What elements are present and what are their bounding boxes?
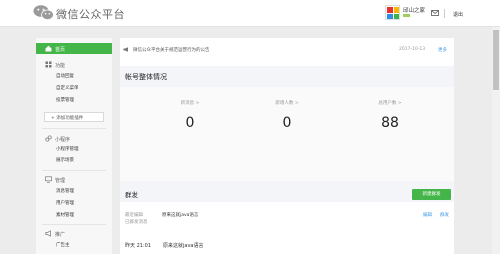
main-content: 微信公众平台关于规范运营行为的公告 2017-10-13 更多 帐号整体情况 新… (120, 38, 454, 254)
scrollbar[interactable] (492, 27, 500, 254)
wechat-logo-icon (33, 5, 54, 20)
panel-title: 群发 (125, 191, 138, 199)
mail-icon[interactable] (431, 10, 439, 16)
stat-new-messages[interactable]: 新消息 > 0 (150, 100, 230, 131)
sidebar-group-miniprogram: 小程序 (36, 134, 112, 144)
scrollbar-thumb[interactable] (493, 30, 499, 90)
grid-icon (45, 61, 52, 68)
account-avatar[interactable] (385, 5, 400, 20)
sidebar-group-label: 管理 (55, 178, 66, 184)
chevron-right-icon: > (195, 101, 200, 106)
stat-label: 总用户数 (378, 101, 397, 106)
sidebar-item-advertiser[interactable]: 广告主 (56, 242, 70, 248)
top-bar: 微信公众平台 邱山之家 退出 (0, 0, 500, 27)
sent-time: 昨天 21:01 (125, 243, 151, 249)
account-overview-panel: 帐号整体情况 新消息 > 0 新增人数 > 0 总用户数 > 88 (120, 66, 454, 181)
chevron-right-icon: > (294, 101, 299, 106)
panel-title: 帐号整体情况 (125, 73, 167, 81)
stat-value: 0 (282, 115, 292, 131)
sidebar-divider (42, 128, 106, 129)
stat-value: 88 (381, 115, 399, 131)
sidebar-item-miniprogram-manage[interactable]: 小程序管理 (56, 146, 79, 152)
home-icon (45, 45, 52, 52)
add-plugin-button[interactable]: + 添加功能插件 (44, 112, 104, 122)
sidebar-group-promote: 推广 (36, 229, 112, 239)
sidebar-item-display-scene[interactable]: 展示场景 (56, 157, 74, 163)
app-title: 微信公众平台 (56, 8, 125, 21)
sent-title[interactable]: 原来这就java语言 (163, 242, 203, 249)
notice-more-link[interactable]: 更多 (438, 47, 447, 53)
stat-value: 0 (185, 115, 195, 131)
sidebar-group-manage: 管理 (36, 175, 112, 185)
header-divider (444, 9, 445, 18)
stat-total-users[interactable]: 总用户数 > 88 (350, 100, 430, 131)
stat-label: 新增人数 (275, 101, 294, 106)
logout-link[interactable]: 退出 (453, 11, 463, 18)
sent-messages-label: 已群发消息 (125, 220, 148, 225)
sidebar-divider (42, 224, 106, 225)
sidebar: 首页 功能 自动回复 自定义菜单 投票管理 + 添加功能插件 小程序 小程序管理… (36, 38, 112, 254)
stat-label: 新消息 (180, 101, 195, 106)
sidebar-item-auto-reply[interactable]: 自动回复 (56, 73, 74, 79)
megaphone-icon (45, 230, 51, 237)
new-broadcast-button[interactable]: 新建群发 (412, 189, 451, 200)
edit-link[interactable]: 编辑 (423, 212, 432, 218)
sidebar-item-materials[interactable]: 素材管理 (56, 212, 74, 218)
sidebar-group-label: 小程序 (55, 137, 71, 143)
link-icon (45, 135, 52, 142)
account-name[interactable]: 邱山之家 (403, 6, 425, 14)
sidebar-item-custom-menu[interactable]: 自定义菜单 (56, 85, 79, 91)
sidebar-divider (42, 170, 106, 171)
notice-date: 2017-10-13 (399, 47, 426, 52)
draft-title[interactable]: 原来这就java语言 (162, 212, 198, 218)
account-type-icon (403, 14, 410, 17)
panel-header: 群发 新建群发 (120, 181, 454, 202)
stat-new-followers[interactable]: 新增人数 > 0 (247, 100, 327, 131)
announcement-icon (123, 47, 128, 52)
sidebar-item-users[interactable]: 用户管理 (56, 200, 74, 206)
sidebar-item-label: 首页 (55, 47, 66, 53)
panel-header: 帐号整体情况 (120, 66, 454, 87)
sidebar-item-messages[interactable]: 消息管理 (56, 188, 74, 194)
sidebar-item-home[interactable]: 首页 (36, 43, 112, 54)
recent-edit-label: 最近编辑 (125, 213, 143, 218)
monitor-icon (45, 176, 52, 183)
sidebar-group-label: 功能 (55, 63, 66, 69)
sidebar-item-vote[interactable]: 投票管理 (56, 97, 74, 103)
sidebar-group-label: 推广 (55, 232, 66, 238)
notice-text[interactable]: 微信公众平台关于规范运营行为的公告 (133, 47, 210, 53)
sidebar-group-function: 功能 (36, 60, 112, 70)
chevron-right-icon: > (397, 101, 402, 106)
add-plugin-label: 添加功能插件 (56, 116, 84, 121)
send-link[interactable]: 群发 (440, 212, 449, 218)
